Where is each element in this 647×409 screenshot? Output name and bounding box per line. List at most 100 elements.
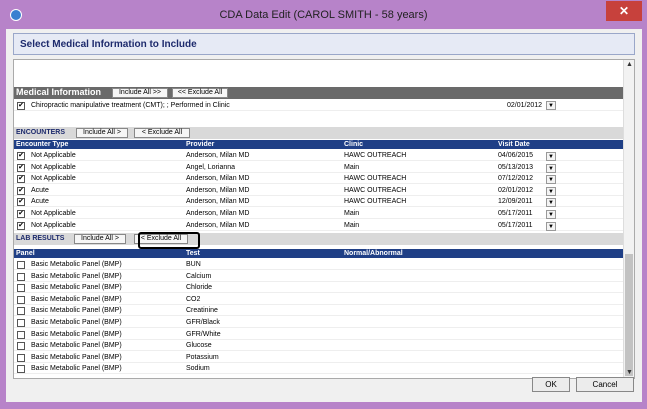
- lab-row-checkbox[interactable]: [17, 342, 25, 351]
- medical-row-text: Chiropractic manipulative treatment (CMT…: [31, 102, 230, 109]
- lab-row[interactable]: Basic Metabolic Panel (BMP) Chloride: [14, 282, 624, 294]
- encounter-row[interactable]: ✔ Not Applicable Anderson, Milan MD HAWC OU…: [14, 173, 624, 185]
- medical-info-scroll-area[interactable]: Medical Information Include All >> << Ex…: [13, 59, 635, 379]
- ok-button[interactable]: OK: [532, 377, 570, 392]
- lab-panel: Basic Metabolic Panel (BMP): [31, 272, 122, 280]
- lab-section-bar: LAB RESULTS Include All > < Exclude All: [14, 233, 624, 245]
- encounter-clinic: Main: [344, 163, 360, 171]
- medical-exclude-all-button[interactable]: << Exclude All: [172, 88, 228, 98]
- encounter-row-checkbox[interactable]: ✔: [17, 163, 25, 172]
- encounter-dropdown-icon[interactable]: ▼: [546, 210, 556, 219]
- lab-row[interactable]: Basic Metabolic Panel (BMP) Creatinine: [14, 305, 624, 317]
- lab-row[interactable]: Basic Metabolic Panel (BMP) Potassium: [14, 352, 624, 363]
- lab-row[interactable]: Basic Metabolic Panel (BMP) CO2: [14, 294, 624, 305]
- lab-row[interactable]: Basic Metabolic Panel (BMP) BUN: [14, 259, 624, 270]
- medical-row-date: 02/01/2012: [507, 102, 543, 109]
- encounter-dropdown-icon[interactable]: ▼: [546, 198, 556, 208]
- encounter-row-checkbox[interactable]: ✔: [17, 210, 25, 218]
- scrollbar-thumb[interactable]: [625, 254, 633, 376]
- encounter-dropdown-icon[interactable]: ▼: [546, 221, 556, 231]
- lab-row-checkbox[interactable]: [17, 353, 25, 362]
- lab-row-checkbox[interactable]: [17, 319, 25, 327]
- lab-include-all-button[interactable]: Include All >: [74, 234, 126, 244]
- title-bar[interactable]: CDA Data Edit (CAROL SMITH - 58 years) ✕: [0, 0, 647, 30]
- lab-row[interactable]: Basic Metabolic Panel (BMP) Calcium: [14, 271, 624, 282]
- vertical-scrollbar[interactable]: ▲ ▼: [623, 60, 634, 378]
- encounter-clinic: HAWC OUTREACH: [344, 186, 407, 194]
- encounter-row[interactable]: ✔ Acute Anderson, Milan MD HAWC OUTREACH 12/…: [14, 196, 624, 208]
- lab-row-checkbox[interactable]: [17, 284, 25, 293]
- encounter-row-checkbox[interactable]: ✔: [17, 198, 25, 207]
- encounters-section-bar: ENCOUNTERS Include All > < Exclude All: [14, 127, 624, 139]
- lab-row[interactable]: Basic Metabolic Panel (BMP) Glucose: [14, 340, 624, 352]
- encounter-row[interactable]: ✔ Not Applicable Angel, Lorianna Main 05/13/…: [14, 162, 624, 173]
- col-test: Test: [186, 250, 200, 257]
- encounter-row[interactable]: ✔ Not Applicable Anderson, Milan MD Main 05/…: [14, 220, 624, 231]
- encounter-row-checkbox[interactable]: ✔: [17, 175, 25, 184]
- lab-panel: Basic Metabolic Panel (BMP): [31, 342, 122, 350]
- encounter-type: Not Applicable: [31, 221, 76, 229]
- lab-row[interactable]: Basic Metabolic Panel (BMP) Sodium: [14, 363, 624, 375]
- lab-test: Calcium: [186, 272, 212, 280]
- medical-row[interactable]: ✔ Chiropractic manipulative treatment (C…: [14, 100, 624, 111]
- lab-test: GFR/White: [186, 330, 221, 338]
- medical-info-label: Medical Information: [16, 87, 102, 97]
- lab-row-checkbox[interactable]: [17, 307, 25, 316]
- lab-row-checkbox[interactable]: [17, 261, 25, 269]
- lab-row-checkbox[interactable]: [17, 330, 25, 339]
- lab-row[interactable]: Basic Metabolic Panel (BMP) GFR/White: [14, 329, 624, 340]
- encounter-visit-date: 12/09/2011: [498, 198, 533, 206]
- encounters-include-all-button[interactable]: Include All >: [76, 128, 128, 138]
- lab-row[interactable]: Basic Metabolic Panel (BMP) GFR/Black: [14, 317, 624, 328]
- encounter-visit-date: 05/17/2011: [498, 221, 533, 229]
- page-title: Select Medical Information to Include: [20, 39, 197, 50]
- lab-test: Glucose: [186, 342, 212, 350]
- encounter-dropdown-icon[interactable]: ▼: [546, 186, 556, 196]
- encounter-dropdown-icon[interactable]: ▼: [546, 175, 556, 185]
- lab-row-checkbox[interactable]: [17, 272, 25, 281]
- close-button[interactable]: ✕: [606, 1, 642, 21]
- cancel-button[interactable]: Cancel: [576, 377, 634, 392]
- encounter-visit-date: 05/13/2013: [498, 163, 534, 171]
- col-provider: Provider: [186, 141, 215, 148]
- encounter-row[interactable]: ✔ Not Applicable Anderson, Milan MD HAWC OU…: [14, 150, 624, 161]
- lab-panel: Basic Metabolic Panel (BMP): [31, 307, 122, 315]
- encounter-type: Acute: [31, 198, 49, 206]
- lab-test: BUN: [186, 261, 201, 268]
- medical-include-all-button[interactable]: Include All >>: [112, 88, 168, 98]
- lab-panel: Basic Metabolic Panel (BMP): [31, 261, 122, 268]
- medical-row-dropdown-icon[interactable]: ▼: [546, 101, 556, 110]
- lab-row-checkbox[interactable]: [17, 365, 25, 374]
- encounter-row-checkbox[interactable]: ✔: [17, 221, 25, 230]
- lab-test: Potassium: [186, 353, 219, 361]
- encounter-row-checkbox[interactable]: ✔: [17, 152, 25, 160]
- lab-panel: Basic Metabolic Panel (BMP): [31, 319, 122, 326]
- scroll-up-icon[interactable]: ▲: [624, 60, 634, 70]
- medical-row-checkbox[interactable]: ✔: [17, 102, 25, 110]
- encounters-exclude-all-button[interactable]: < Exclude All: [134, 128, 190, 138]
- encounter-clinic: HAWC OUTREACH: [344, 175, 407, 183]
- lab-test: Sodium: [186, 365, 210, 373]
- encounter-provider: Anderson, Milan MD: [186, 175, 250, 183]
- encounter-provider: Anderson, Milan MD: [186, 152, 250, 159]
- lab-panel: Basic Metabolic Panel (BMP): [31, 330, 122, 338]
- lab-panel: Basic Metabolic Panel (BMP): [31, 295, 122, 303]
- lab-row-checkbox[interactable]: [17, 295, 25, 304]
- encounter-type: Not Applicable: [31, 152, 76, 159]
- col-encounter-type: Encounter Type: [16, 141, 69, 148]
- lab-test: Creatinine: [186, 307, 218, 315]
- col-clinic: Clinic: [344, 141, 364, 148]
- col-visit-date: Visit Date: [498, 141, 530, 148]
- encounter-clinic: Main: [344, 221, 360, 229]
- encounter-visit-date: 07/12/2012: [498, 175, 534, 183]
- encounter-row[interactable]: ✔ Acute Anderson, Milan MD HAWC OUTREACH 02/…: [14, 185, 624, 196]
- encounter-provider: Anderson, Milan MD: [186, 186, 250, 194]
- encounter-dropdown-icon[interactable]: ▼: [546, 163, 556, 173]
- col-normal-abnormal: Normal/Abnormal: [344, 250, 403, 257]
- encounter-visit-date: 05/17/2011: [498, 210, 533, 217]
- encounter-type: Not Applicable: [31, 163, 76, 171]
- encounter-row[interactable]: ✔ Not Applicable Anderson, Milan MD Main 05/…: [14, 208, 624, 219]
- encounter-provider: Anderson, Milan MD: [186, 221, 250, 229]
- encounter-dropdown-icon[interactable]: ▼: [546, 152, 556, 161]
- encounter-row-checkbox[interactable]: ✔: [17, 186, 25, 195]
